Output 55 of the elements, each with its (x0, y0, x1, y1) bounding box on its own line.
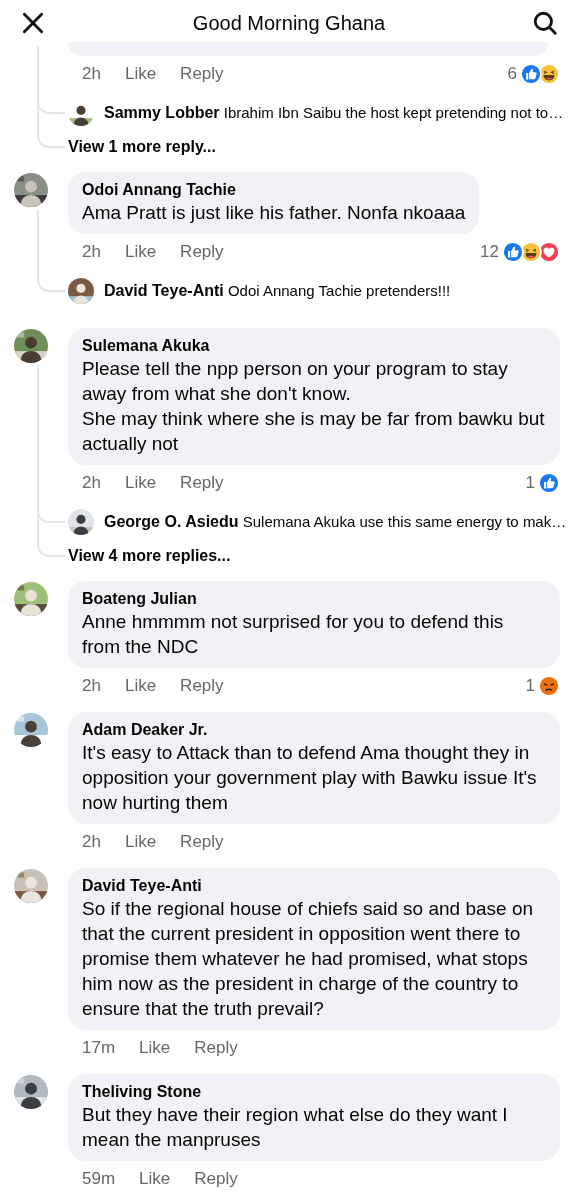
thread-connector (37, 264, 65, 292)
reply-preview[interactable]: George O. Asiedu Sulemana Akuka use this same energy to mak… (104, 513, 567, 531)
like-link[interactable]: Like (139, 1038, 171, 1058)
author-name[interactable]: Sulemana Akuka (82, 336, 546, 356)
reaction-count[interactable]: 6 (507, 64, 517, 84)
reaction-count[interactable]: 1 (525, 676, 535, 696)
thread-connector (37, 86, 65, 114)
reaction-count[interactable]: 12 (480, 242, 499, 262)
search-icon[interactable] (532, 10, 558, 36)
like-reaction-icon (502, 241, 524, 263)
timestamp: 59m (82, 1169, 116, 1189)
view-more-replies-link[interactable]: View 4 more replies... (68, 547, 231, 565)
timestamp: 2h (82, 832, 101, 852)
reply-link[interactable]: Reply (180, 832, 224, 852)
laughing-face-icon (538, 63, 560, 85)
reply-link[interactable]: Reply (194, 1038, 238, 1058)
laughing-face-icon (520, 241, 542, 263)
author-name[interactable]: Adam Deaker Jr. (82, 720, 546, 740)
reply-link[interactable]: Reply (180, 676, 224, 696)
like-link[interactable]: Like (124, 64, 157, 84)
like-link[interactable]: Like (124, 242, 157, 262)
reply-link[interactable]: Reply (180, 64, 224, 84)
comment-text: It's easy to Attack than to defend Ama thought they in opposition your government play with Bawku issue It's now hurting them (82, 741, 538, 815)
like-link[interactable]: Like (124, 473, 157, 493)
like-link[interactable]: Like (124, 676, 157, 696)
comment-text: Anne hmmmm not surprised for you to defend this from the NDC (82, 610, 505, 659)
view-more-replies-link[interactable]: View 1 more reply... (68, 138, 216, 156)
reaction-count[interactable]: 1 (525, 473, 535, 493)
page-title: Good Morning Ghana (192, 11, 386, 35)
like-link[interactable]: Like (139, 1169, 171, 1189)
thread-connector (37, 495, 65, 523)
like-reaction-icon (520, 63, 542, 85)
author-name[interactable]: Theliving Stone (82, 1082, 546, 1102)
reply-link[interactable]: Reply (180, 242, 224, 262)
heart-reaction-icon (538, 241, 560, 263)
author-name[interactable]: David Teye-Anti (82, 876, 546, 896)
reply-link[interactable]: Reply (180, 473, 224, 493)
timestamp: 2h (82, 242, 101, 262)
reply-preview[interactable]: Sammy Lobber Ibrahim Ibn Saibu the host kept pretending not to… (104, 104, 564, 122)
reply-link[interactable]: Reply (194, 1169, 238, 1189)
like-link[interactable]: Like (124, 832, 157, 852)
like-reaction-icon (538, 472, 560, 494)
timestamp: 17m (82, 1038, 116, 1058)
angry-face-icon (538, 675, 560, 697)
comment-text: Please tell the npp person on your program to stay away from what she don't know. She may think where she is may be far from bawku but actually not (82, 357, 546, 456)
reply-preview[interactable]: David Teye-Anti Odoi Annang Tachie pretenders!!! (104, 282, 451, 300)
author-name[interactable]: Boateng Julian (82, 589, 546, 609)
timestamp: 2h (82, 64, 101, 84)
timestamp: 2h (82, 473, 101, 493)
author-name[interactable]: Odoi Annang Tachie (82, 180, 466, 200)
comment-text: Ama Pratt is just like his father. Nonfa nkoaaa (82, 201, 466, 225)
close-icon[interactable] (20, 10, 46, 36)
timestamp: 2h (82, 676, 101, 696)
comment-text: But they have their region what else do they want I mean the manpruses (82, 1103, 509, 1152)
comment-text: So if the regional house of chiefs said so and base on that the current president in opposition went there to promise them whatever he had promised, what stops him now as the president in charge of the country to ensure that the truth prevail? (82, 897, 535, 1021)
